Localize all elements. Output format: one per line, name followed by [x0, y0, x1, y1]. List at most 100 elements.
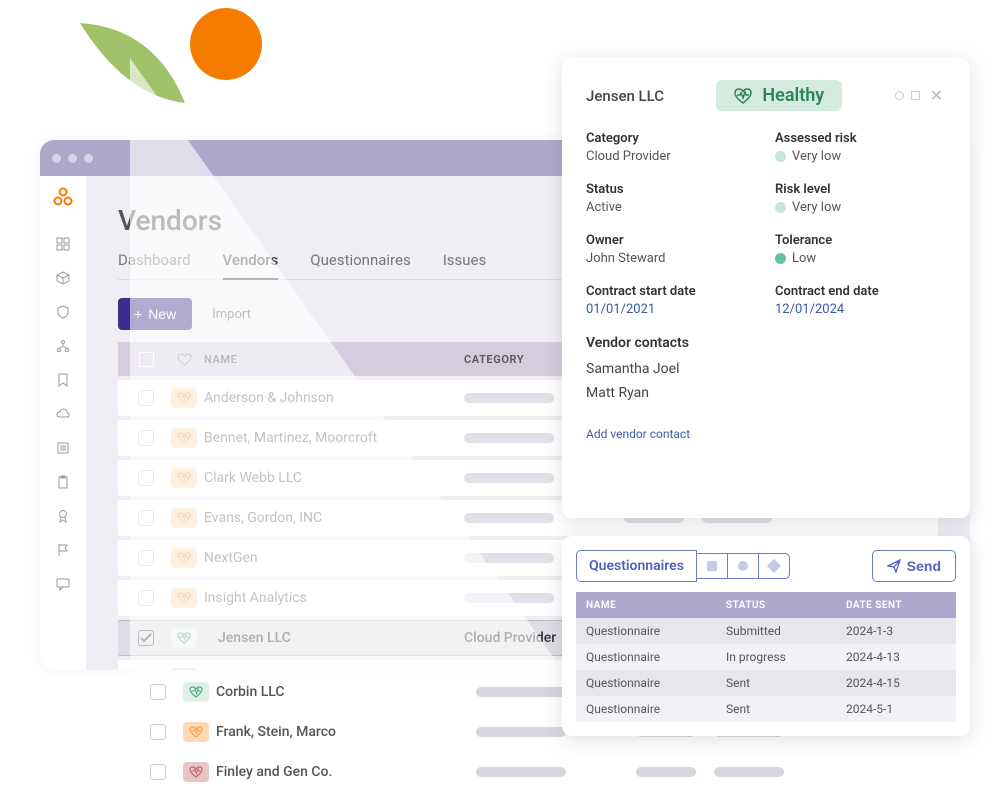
view-square-icon[interactable] [697, 553, 728, 579]
send-button[interactable]: Send [872, 550, 956, 582]
label: Tolerance [775, 233, 946, 248]
quest-date: 2024-1-3 [846, 624, 946, 638]
value: Cloud Provider [586, 149, 757, 164]
col-placeholder [714, 767, 784, 777]
header-name[interactable]: NAME [204, 353, 464, 366]
view-circle-icon[interactable] [728, 553, 759, 579]
quest-name: Questionnaire [586, 702, 726, 716]
row-checkbox[interactable] [150, 724, 166, 740]
vendor-category [476, 767, 636, 777]
value: Very low [775, 200, 946, 215]
health-chip [171, 388, 197, 408]
questionnaire-tab[interactable]: Questionnaires [576, 550, 697, 582]
vendor-detail-panel: Jensen LLC Healthy ✕ Category Cloud Prov… [562, 58, 970, 518]
health-chip [183, 762, 209, 782]
nav-list-icon[interactable] [55, 440, 71, 456]
send-icon [887, 559, 901, 573]
send-button-label: Send [907, 558, 941, 574]
nav-chat-icon[interactable] [55, 576, 71, 592]
field-assessed-risk: Assessed risk Very low [775, 131, 946, 164]
select-all-checkbox[interactable] [139, 352, 154, 367]
row-checkbox[interactable] [138, 550, 154, 566]
panel-window-controls: ✕ [895, 88, 946, 104]
field-status: Status Active [586, 182, 757, 215]
new-button-label: New [148, 306, 176, 322]
row-checkbox[interactable] [138, 590, 154, 606]
row-checkbox[interactable] [150, 684, 166, 700]
add-contact-link[interactable]: Add vendor contact [586, 427, 690, 441]
quest-status: Sent [726, 702, 846, 716]
nav-bookmark-icon[interactable] [55, 372, 71, 388]
minimize-icon[interactable] [895, 91, 904, 100]
tab-dashboard[interactable]: Dashboard [118, 251, 191, 277]
vendor-name: Insight Analytics [204, 590, 464, 606]
vendor-name: Corbin LLC [216, 684, 476, 700]
nav-flag-icon[interactable] [55, 542, 71, 558]
maximize-icon[interactable] [911, 91, 920, 100]
plus-icon: + [134, 306, 142, 322]
field-category: Category Cloud Provider [586, 131, 757, 164]
new-button[interactable]: + New [118, 298, 192, 330]
questionnaire-row[interactable]: QuestionnaireIn progress2024-4-13 [576, 644, 956, 670]
row-checkbox[interactable] [150, 764, 166, 780]
nav-tree-icon[interactable] [55, 338, 71, 354]
view-diamond-icon[interactable] [759, 553, 790, 579]
row-checkbox[interactable] [138, 510, 154, 526]
nav-dashboard-icon[interactable] [55, 236, 71, 252]
label: Status [586, 182, 757, 197]
tab-questionnaires[interactable]: Questionnaires [310, 251, 410, 277]
row-checkbox[interactable] [138, 470, 154, 486]
row-checkbox[interactable] [138, 630, 154, 646]
field-contract-end: Contract end date 12/01/2024 [775, 284, 946, 317]
window-dot [52, 154, 61, 163]
value: John Steward [586, 251, 757, 266]
field-risk-level: Risk level Very low [775, 182, 946, 215]
label: Contract start date [586, 284, 757, 299]
close-icon[interactable]: ✕ [927, 88, 946, 104]
value: 12/01/2024 [775, 302, 946, 317]
quest-header-status: STATUS [726, 600, 846, 611]
vendor-name: Finley and Gen Co. [216, 764, 476, 780]
quest-name: Questionnaire [586, 624, 726, 638]
quest-name: Questionnaire [586, 650, 726, 664]
quest-name: Questionnaire [586, 676, 726, 690]
tab-vendors[interactable]: Vendors [223, 251, 279, 280]
tab-issues[interactable]: Issues [443, 251, 487, 277]
table-row[interactable]: Finley and Gen Co. [130, 754, 970, 790]
questionnaire-row[interactable]: QuestionnaireSent2024-5-1 [576, 696, 956, 722]
contact-item: Matt Ryan [586, 385, 946, 401]
label: Category [586, 131, 757, 146]
health-chip [171, 428, 197, 448]
import-button[interactable]: Import [212, 307, 251, 322]
nav-badge-icon[interactable] [55, 508, 71, 524]
value: Low [775, 251, 946, 266]
contacts-heading: Vendor contacts [586, 335, 946, 351]
risk-dot-icon [775, 202, 786, 213]
heart-icon [177, 353, 192, 366]
row-checkbox[interactable] [138, 390, 154, 406]
health-badge: Healthy [716, 80, 842, 111]
health-chip [171, 588, 197, 608]
label: Owner [586, 233, 757, 248]
nav-shield-icon[interactable] [55, 304, 71, 320]
quest-date: 2024-4-15 [846, 676, 946, 690]
health-chip [183, 722, 209, 742]
field-tolerance: Tolerance Low [775, 233, 946, 266]
health-chip [171, 508, 197, 528]
label: Assessed risk [775, 131, 946, 146]
health-chip [183, 682, 209, 702]
vendor-name: Anderson & Johnson [204, 390, 464, 406]
heart-icon [734, 88, 752, 104]
questionnaire-row[interactable]: QuestionnaireSubmitted2024-1-3 [576, 618, 956, 644]
questionnaire-row[interactable]: QuestionnaireSent2024-4-15 [576, 670, 956, 696]
window-dot [84, 154, 93, 163]
field-contract-start: Contract start date 01/01/2021 [586, 284, 757, 317]
questionnaire-tabs: Questionnaires [576, 550, 790, 582]
vendor-name: Jensen LLC [204, 630, 464, 646]
vendor-name: Evans, Gordon, INC [204, 510, 464, 526]
row-checkbox[interactable] [138, 430, 154, 446]
nav-cloud-icon[interactable] [55, 406, 71, 422]
nav-box-icon[interactable] [55, 270, 71, 286]
app-logo [52, 186, 74, 212]
nav-clipboard-icon[interactable] [55, 474, 71, 490]
